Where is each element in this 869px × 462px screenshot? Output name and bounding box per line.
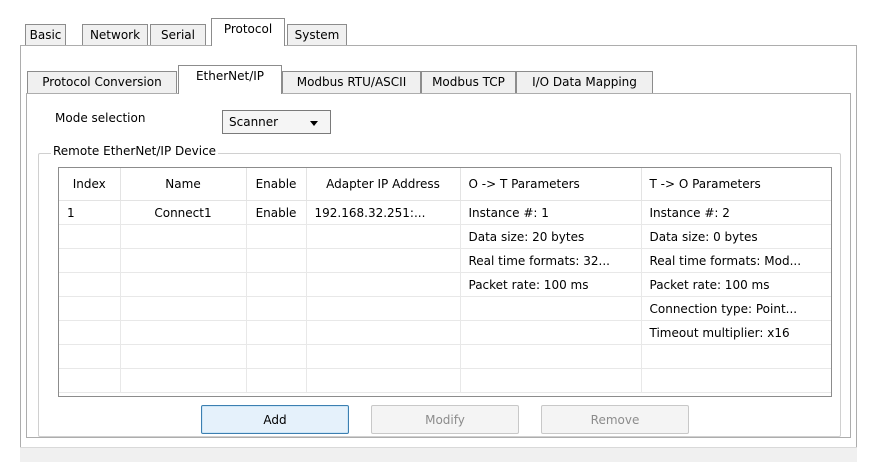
cell-o-t-params: Instance #: 1 bbox=[460, 200, 642, 225]
cell-t-o-params: Packet rate: 100 ms bbox=[641, 272, 831, 297]
cell-t-o-params bbox=[641, 368, 831, 393]
col-index-header[interactable]: Index bbox=[59, 168, 121, 201]
cell-adapter-ip: 192.168.32.251:... bbox=[306, 200, 461, 225]
cell-t-o-params: Data size: 0 bytes bbox=[641, 224, 831, 249]
cell-name bbox=[120, 344, 247, 369]
cell-adapter-ip bbox=[306, 344, 461, 369]
cell-enable bbox=[246, 344, 307, 369]
remote-device-group-title: Remote EtherNet/IP Device bbox=[51, 144, 219, 158]
cell-enable bbox=[246, 224, 307, 249]
tab-modbus-tcp[interactable]: Modbus TCP bbox=[421, 71, 516, 93]
cell-name bbox=[120, 224, 247, 249]
table-row[interactable]: 1 Connect1 Enable 192.168.32.251:... Ins… bbox=[59, 200, 831, 225]
col-name-header[interactable]: Name bbox=[120, 168, 247, 201]
remove-button[interactable]: Remove bbox=[541, 405, 689, 434]
remote-device-table[interactable]: Index Name Enable Adapter IP Address O -… bbox=[58, 167, 832, 397]
cell-enable bbox=[246, 272, 307, 297]
table-row[interactable]: Timeout multiplier: x16 bbox=[59, 320, 831, 345]
table-row[interactable]: Real time formats: 32... Real time forma… bbox=[59, 248, 831, 273]
cell-adapter-ip bbox=[306, 272, 461, 297]
add-button[interactable]: Add bbox=[201, 405, 349, 434]
mode-select-value: Scanner bbox=[229, 115, 279, 129]
table-row[interactable]: Connection type: Point... bbox=[59, 296, 831, 321]
tab-basic[interactable]: Basic bbox=[25, 24, 66, 45]
col-t-o-params-header[interactable]: T -> O Parameters bbox=[641, 168, 831, 201]
cell-o-t-params bbox=[460, 320, 642, 345]
cell-name: Connect1 bbox=[120, 200, 247, 225]
table-row[interactable] bbox=[59, 344, 831, 369]
cell-name bbox=[120, 296, 247, 321]
cell-index: 1 bbox=[59, 200, 121, 225]
cell-t-o-params: Connection type: Point... bbox=[641, 296, 831, 321]
table-header-row: Index Name Enable Adapter IP Address O -… bbox=[59, 168, 831, 201]
cell-o-t-params bbox=[460, 368, 642, 393]
chevron-down-icon[interactable] bbox=[310, 121, 318, 126]
cell-enable bbox=[246, 320, 307, 345]
col-enable-header[interactable]: Enable bbox=[246, 168, 307, 201]
tab-serial[interactable]: Serial bbox=[150, 24, 206, 45]
cell-adapter-ip bbox=[306, 296, 461, 321]
tab-system[interactable]: System bbox=[287, 24, 347, 45]
cell-t-o-params bbox=[641, 344, 831, 369]
mode-select[interactable]: Scanner bbox=[222, 110, 331, 134]
table-row[interactable]: Packet rate: 100 ms Packet rate: 100 ms bbox=[59, 272, 831, 297]
cell-adapter-ip bbox=[306, 368, 461, 393]
cell-o-t-params: Real time formats: 32... bbox=[460, 248, 642, 273]
cell-adapter-ip bbox=[306, 248, 461, 273]
cell-adapter-ip bbox=[306, 224, 461, 249]
tab-protocol-conversion[interactable]: Protocol Conversion bbox=[27, 71, 177, 93]
cell-index bbox=[59, 320, 121, 345]
cell-enable bbox=[246, 248, 307, 273]
cell-name bbox=[120, 248, 247, 273]
cell-t-o-params: Real time formats: Mod... bbox=[641, 248, 831, 273]
cell-index bbox=[59, 368, 121, 393]
cell-name bbox=[120, 272, 247, 297]
cell-index bbox=[59, 272, 121, 297]
panel-footer-strip bbox=[20, 447, 857, 462]
cell-t-o-params: Timeout multiplier: x16 bbox=[641, 320, 831, 345]
cell-o-t-params bbox=[460, 296, 642, 321]
tab-modbus-rtu-ascii[interactable]: Modbus RTU/ASCII bbox=[282, 71, 421, 93]
table-row[interactable]: Data size: 20 bytes Data size: 0 bytes bbox=[59, 224, 831, 249]
col-adapter-ip-header[interactable]: Adapter IP Address bbox=[306, 168, 461, 201]
cell-o-t-params: Packet rate: 100 ms bbox=[460, 272, 642, 297]
cell-index bbox=[59, 344, 121, 369]
cell-enable: Enable bbox=[246, 200, 307, 225]
tab-protocol[interactable]: Protocol bbox=[211, 18, 285, 46]
modify-button[interactable]: Modify bbox=[371, 405, 519, 434]
cell-t-o-params: Instance #: 2 bbox=[641, 200, 831, 225]
tab-network[interactable]: Network bbox=[82, 24, 148, 45]
mode-selection-label: Mode selection bbox=[55, 111, 146, 125]
cell-enable bbox=[246, 296, 307, 321]
cell-enable bbox=[246, 368, 307, 393]
cell-index bbox=[59, 296, 121, 321]
cell-o-t-params: Data size: 20 bytes bbox=[460, 224, 642, 249]
table-row[interactable] bbox=[59, 368, 831, 393]
cell-adapter-ip bbox=[306, 320, 461, 345]
cell-name bbox=[120, 368, 247, 393]
tab-ethernet-ip[interactable]: EtherNet/IP bbox=[178, 65, 282, 94]
cell-index bbox=[59, 224, 121, 249]
cell-o-t-params bbox=[460, 344, 642, 369]
col-o-t-params-header[interactable]: O -> T Parameters bbox=[460, 168, 642, 201]
cell-index bbox=[59, 248, 121, 273]
cell-name bbox=[120, 320, 247, 345]
tab-io-data-mapping[interactable]: I/O Data Mapping bbox=[516, 71, 653, 93]
